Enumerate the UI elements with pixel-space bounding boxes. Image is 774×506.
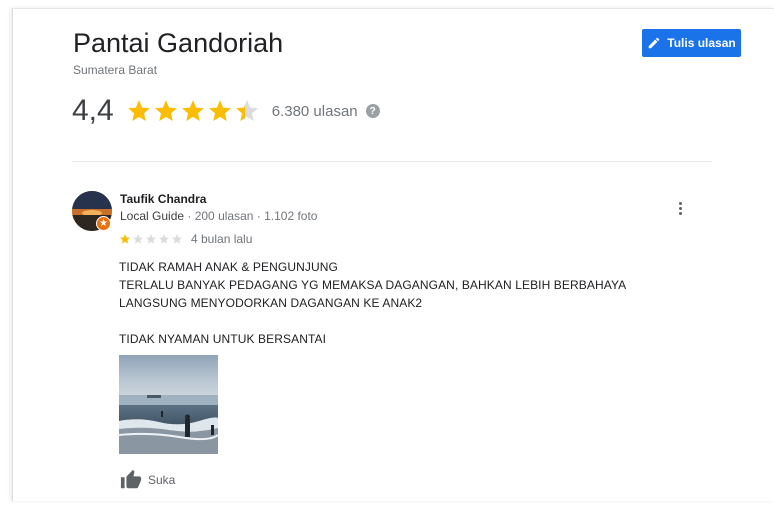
review-count[interactable]: 6.380 ulasan <box>272 103 358 120</box>
more-vert-icon[interactable] <box>672 198 688 218</box>
review-text-line: TERLALU BANYAK PEDAGANG YG MEMAKSA DAGAN… <box>119 278 627 292</box>
star-icon <box>133 234 143 244</box>
review-rating: 4 bulan lalu <box>119 232 252 246</box>
review-time: 4 bulan lalu <box>191 232 253 246</box>
review-stars <box>119 233 183 245</box>
place-title: Pantai Gandoriah <box>73 28 284 58</box>
place-subtitle: Sumatera Barat <box>73 63 158 77</box>
divider <box>72 161 712 162</box>
review-photo[interactable] <box>119 355 218 454</box>
review-text-line: TIDAK NYAMAN UNTUK BERSANTAI <box>119 332 327 346</box>
star-icon <box>172 234 182 244</box>
star-icon <box>120 234 130 244</box>
star-icon <box>154 100 177 121</box>
write-review-button[interactable]: Tulis ulasan <box>642 29 741 57</box>
review-text-line: LANGSUNG MENYODORKAN DAGANGAN KE ANAK2 <box>119 296 423 310</box>
star-icon <box>181 100 204 121</box>
star-icon <box>146 234 156 244</box>
rating-summary: 4,4 6.380 ulasan ? <box>72 92 380 130</box>
thumb-up-icon <box>120 469 142 489</box>
reviewer-name[interactable]: Taufik Chandra <box>120 192 206 206</box>
question-icon[interactable]: ? <box>365 104 380 118</box>
review-text: TIDAK RAMAH ANAK & PENGUNJUNG TERLALU BA… <box>119 258 699 348</box>
like-label: Suka <box>148 473 176 487</box>
average-stars <box>126 98 260 124</box>
reviewer-meta: Local Guide · 200 ulasan · 1.102 foto <box>120 209 317 223</box>
star-icon <box>208 100 231 121</box>
local-guide-star-icon: ★ <box>96 216 111 231</box>
star-icon <box>235 100 258 121</box>
average-rating: 4,4 <box>72 94 114 127</box>
write-review-label: Tulis ulasan <box>667 36 736 50</box>
star-icon <box>127 100 150 121</box>
star-icon <box>159 234 169 244</box>
local-guide-label: Local Guide <box>120 209 185 223</box>
like-button[interactable]: Suka <box>120 469 175 491</box>
pencil-icon <box>649 37 660 49</box>
review-text-line: TIDAK RAMAH ANAK & PENGUNJUNG <box>119 260 338 274</box>
reviewer-stats: · 200 ulasan · 1.102 foto <box>184 209 318 223</box>
